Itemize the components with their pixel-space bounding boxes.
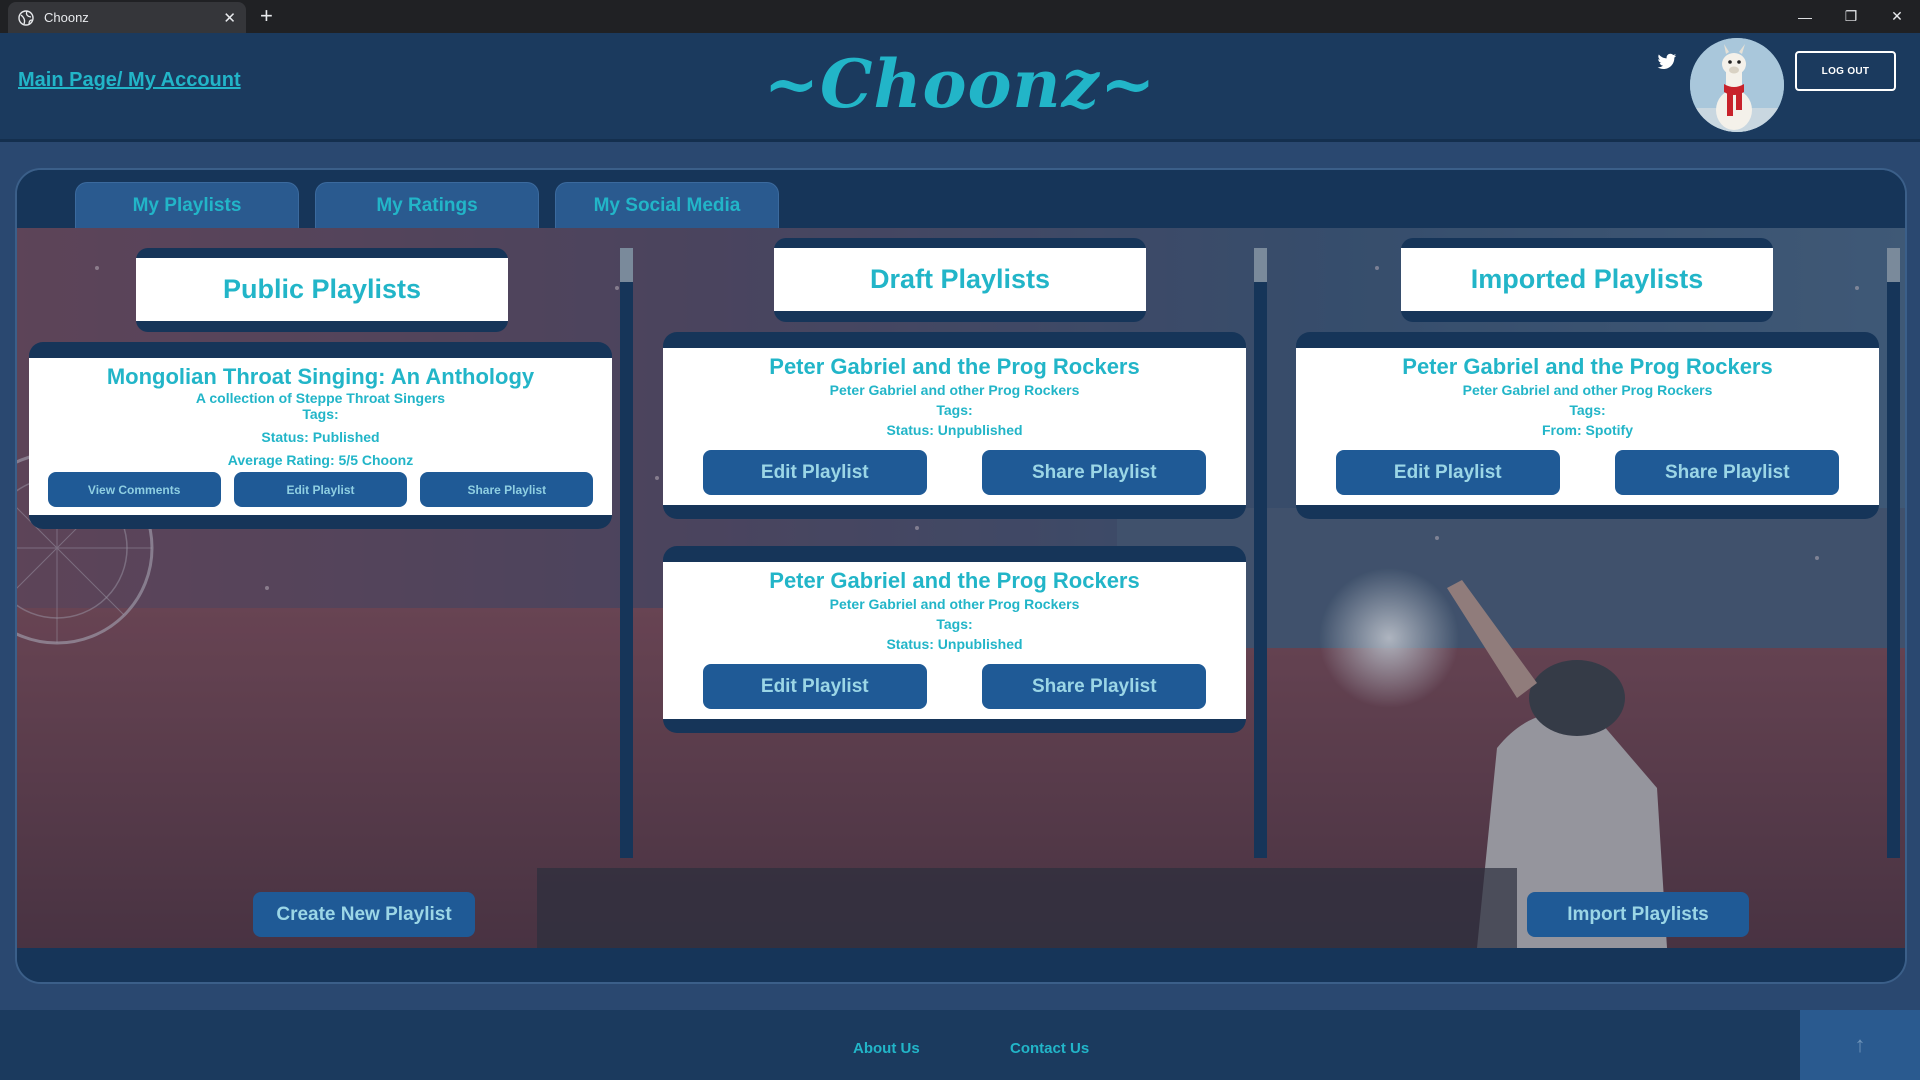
draft-playlists-title: Draft Playlists: [774, 248, 1146, 311]
public-playlists-title: Public Playlists: [136, 258, 508, 321]
tab-my-playlists[interactable]: My Playlists: [75, 182, 299, 228]
logout-button[interactable]: LOG OUT: [1795, 51, 1896, 91]
public-scrollbar-thumb[interactable]: [620, 248, 633, 282]
playlist-status: Status: Unpublished: [886, 422, 1023, 438]
create-new-playlist-button[interactable]: Create New Playlist: [253, 892, 475, 937]
imported-playlists-header: Imported Playlists: [1401, 238, 1773, 322]
playlist-title: Mongolian Throat Singing: An Anthology: [106, 364, 535, 389]
playlist-description: A collection of Steppe Throat Singers: [195, 390, 446, 406]
imported-scrollbar-thumb[interactable]: [1887, 248, 1900, 282]
site-header: Main Page/ My Account ~Choonz~ LOG OUT: [0, 33, 1920, 139]
playlist-title: Peter Gabriel and the Prog Rockers: [769, 354, 1140, 379]
llama-avatar-image: [1690, 38, 1784, 132]
playlist-tags: Tags:: [302, 406, 339, 422]
public-playlists-header: Public Playlists: [136, 248, 508, 332]
playlist-title: Peter Gabriel and the Prog Rockers: [1402, 354, 1773, 379]
public-playlist-card: Mongolian Throat Singing: An Anthology A…: [29, 342, 612, 529]
draft-scrollbar-thumb[interactable]: [1254, 248, 1267, 282]
share-playlist-button[interactable]: Share Playlist: [1615, 450, 1840, 495]
back-to-top-button[interactable]: ↑: [1800, 1010, 1920, 1080]
playlist-status: Status: Unpublished: [886, 636, 1023, 652]
edit-playlist-button[interactable]: Edit Playlist: [702, 664, 927, 709]
edit-playlist-button[interactable]: Edit Playlist: [702, 450, 927, 495]
playlist-description: Peter Gabriel and other Prog Rockers: [829, 382, 1080, 398]
browser-tab[interactable]: Choonz ✕: [8, 2, 246, 33]
contact-us-link[interactable]: Contact Us: [1010, 1040, 1089, 1057]
new-tab-button[interactable]: +: [260, 4, 273, 28]
tab-my-social-media[interactable]: My Social Media: [555, 182, 779, 228]
playlist-source: From: Spotify: [1542, 422, 1633, 438]
playlist-description: Peter Gabriel and other Prog Rockers: [829, 596, 1080, 612]
globe-icon: [18, 9, 34, 26]
draft-scrollbar[interactable]: [1254, 248, 1267, 858]
playlist-description: Peter Gabriel and other Prog Rockers: [1462, 382, 1713, 398]
imported-playlists-title: Imported Playlists: [1401, 248, 1773, 311]
public-scrollbar[interactable]: [620, 248, 633, 858]
view-comments-button[interactable]: View Comments: [47, 472, 221, 507]
playlist-tags: Tags:: [1569, 402, 1606, 418]
minimize-button[interactable]: —: [1782, 0, 1828, 33]
close-window-button[interactable]: ✕: [1874, 0, 1920, 33]
twitter-icon[interactable]: [1657, 53, 1677, 71]
draft-playlist-card: Peter Gabriel and the Prog Rockers Peter…: [663, 546, 1246, 733]
share-playlist-button[interactable]: Share Playlist: [420, 472, 594, 507]
edit-playlist-button[interactable]: Edit Playlist: [1335, 450, 1560, 495]
site-logo: ~Choonz~: [763, 45, 1157, 123]
imported-playlist-card: Peter Gabriel and the Prog Rockers Peter…: [1296, 332, 1879, 519]
panel-content: Public Playlists Mongolian Throat Singin…: [17, 228, 1905, 948]
arrow-up-icon: ↑: [1854, 1032, 1866, 1057]
import-playlists-button[interactable]: Import Playlists: [1527, 892, 1749, 937]
edit-playlist-button[interactable]: Edit Playlist: [233, 472, 407, 507]
restore-button[interactable]: ❐: [1828, 0, 1874, 33]
playlist-status: Status: Published: [261, 429, 380, 445]
about-us-link[interactable]: About Us: [853, 1040, 920, 1057]
imported-scrollbar[interactable]: [1887, 248, 1900, 858]
avatar[interactable]: [1690, 38, 1784, 132]
playlist-rating: Average Rating: 5/5 Choonz: [227, 452, 414, 468]
site-footer: About Us Contact Us ↑: [0, 1010, 1920, 1080]
browser-chrome: Choonz ✕ + — ❐ ✕: [0, 0, 1920, 33]
playlist-tags: Tags:: [936, 402, 973, 418]
draft-playlist-card: Peter Gabriel and the Prog Rockers Peter…: [663, 332, 1246, 519]
share-playlist-button[interactable]: Share Playlist: [982, 450, 1207, 495]
playlist-title: Peter Gabriel and the Prog Rockers: [769, 568, 1140, 593]
playlists-panel: My Playlists My Ratings My Social Media: [15, 168, 1907, 984]
tab-my-ratings[interactable]: My Ratings: [315, 182, 539, 228]
close-tab-icon[interactable]: ✕: [223, 9, 236, 27]
panel-footer-band: [17, 948, 1905, 982]
playlist-tags: Tags:: [936, 616, 973, 632]
panel-tab-bar: My Playlists My Ratings My Social Media: [17, 170, 1905, 228]
share-playlist-button[interactable]: Share Playlist: [982, 664, 1207, 709]
draft-playlists-header: Draft Playlists: [774, 238, 1146, 322]
browser-tab-title: Choonz: [44, 10, 89, 25]
